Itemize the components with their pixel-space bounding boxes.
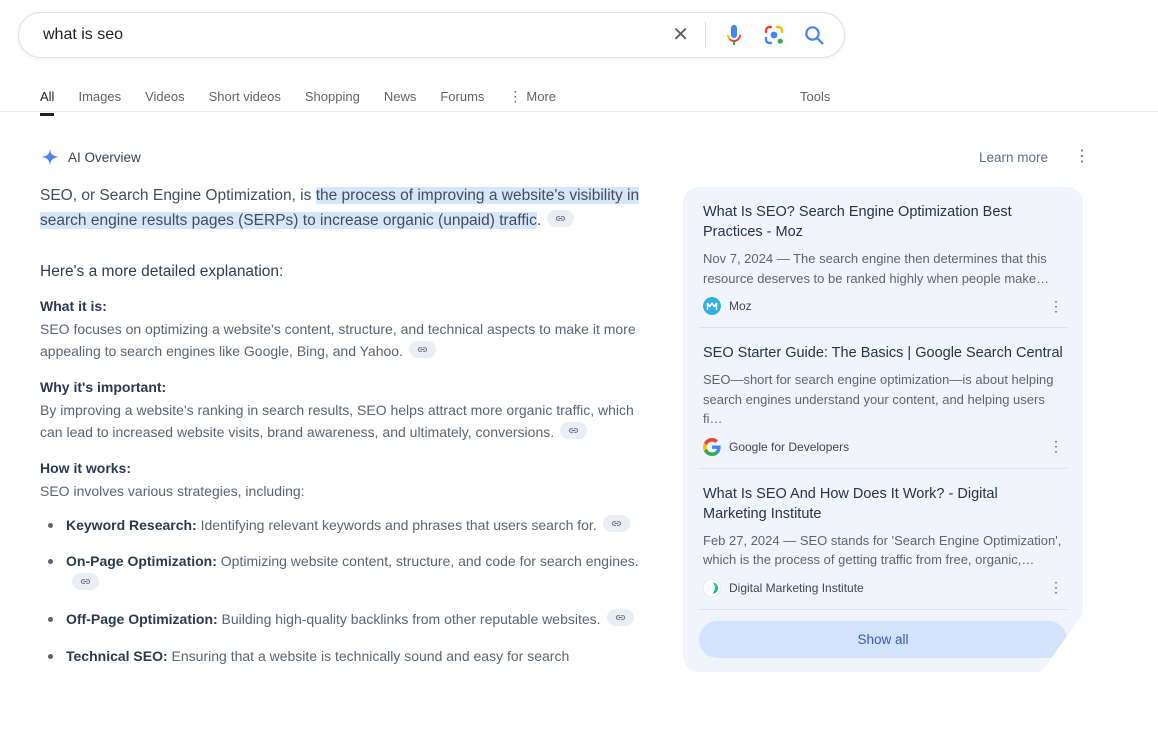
source-title[interactable]: SEO Starter Guide: The Basics | Google S… — [703, 343, 1063, 363]
search-bar[interactable]: what is seo ✕ — [18, 12, 845, 58]
detail-subheading: Here's a more detailed explanation: — [40, 263, 654, 281]
clear-icon[interactable]: ✕ — [672, 25, 689, 45]
tab-shopping[interactable]: Shopping — [305, 89, 360, 106]
bullet-term: Technical SEO: — [66, 648, 168, 664]
moz-logo-icon — [703, 297, 721, 315]
source-name: Moz — [729, 299, 752, 313]
section-heading-why: Why it's important: — [40, 379, 654, 395]
tab-images[interactable]: Images — [78, 89, 121, 106]
search-bar-icons: ✕ — [672, 22, 826, 48]
tab-videos[interactable]: Videos — [145, 89, 185, 106]
source-title[interactable]: What Is SEO And How Does It Work? - Digi… — [703, 484, 1063, 524]
source-snippet: Feb 27, 2024 — SEO stands for 'Search En… — [703, 531, 1063, 570]
tab-short-videos[interactable]: Short videos — [209, 89, 281, 106]
google-g-logo-icon — [703, 438, 721, 456]
source-card-dmi[interactable]: What Is SEO And How Does It Work? - Digi… — [683, 469, 1083, 609]
overflow-menu-icon[interactable]: ⋮ — [1074, 149, 1090, 165]
search-input[interactable]: what is seo — [43, 26, 123, 44]
google-lens-icon[interactable] — [762, 23, 786, 47]
ai-sparkle-icon — [40, 147, 60, 167]
source-name: Google for Developers — [729, 440, 849, 454]
citation-link-icon[interactable] — [409, 341, 436, 358]
search-divider — [705, 22, 706, 48]
section-text: SEO focuses on optimizing a website's co… — [40, 321, 636, 359]
section-body-what: SEO focuses on optimizing a website's co… — [40, 319, 654, 362]
result-tabs: All Images Videos Short videos Shopping … — [40, 88, 556, 107]
list-item: On-Page Optimization: Optimizing website… — [40, 551, 654, 594]
more-dots-icon: ⋮ — [508, 88, 522, 105]
card-menu-icon[interactable]: ⋮ — [1049, 298, 1063, 315]
bullet-text: Ensuring that a website is technically s… — [168, 648, 570, 664]
list-item: Keyword Research: Identifying relevant k… — [40, 515, 654, 537]
section-body-how: SEO involves various strategies, includi… — [40, 481, 654, 503]
strategy-list: Keyword Research: Identifying relevant k… — [40, 515, 654, 668]
dmi-logo-icon — [703, 579, 721, 597]
citation-link-icon[interactable] — [603, 515, 630, 532]
section-body-why: By improving a website's ranking in sear… — [40, 400, 654, 443]
citation-link-icon[interactable] — [560, 422, 587, 439]
citation-link-icon[interactable] — [607, 609, 634, 626]
tab-more[interactable]: ⋮ More — [508, 88, 556, 107]
section-text: By improving a website's ranking in sear… — [40, 402, 634, 440]
bullet-term: On-Page Optimization: — [66, 553, 217, 569]
learn-more-link[interactable]: Learn more — [979, 150, 1048, 165]
source-name: Digital Marketing Institute — [729, 581, 864, 595]
card-menu-icon[interactable]: ⋮ — [1049, 579, 1063, 596]
section-heading-what: What it is: — [40, 298, 654, 314]
bullet-term: Keyword Research: — [66, 517, 197, 533]
citation-link-icon[interactable] — [72, 573, 99, 590]
bullet-text: Building high-quality backlinks from oth… — [218, 611, 601, 627]
intro-period: . — [537, 212, 541, 229]
ai-overview-header: AI Overview Learn more ⋮ — [40, 147, 1090, 167]
source-snippet: Nov 7, 2024 — The search engine then det… — [703, 249, 1063, 288]
microphone-icon[interactable] — [722, 23, 746, 47]
intro-paragraph: SEO, or Search Engine Optimization, is t… — [40, 183, 654, 233]
source-title[interactable]: What Is SEO? Search Engine Optimization … — [703, 202, 1063, 242]
section-heading-how: How it works: — [40, 460, 654, 476]
intro-text: SEO, or Search Engine Optimization, is — [40, 187, 316, 204]
tab-all[interactable]: All — [40, 89, 54, 106]
tabs-divider — [0, 111, 1158, 112]
bullet-text: Optimizing website content, structure, a… — [217, 553, 639, 569]
citation-link-icon[interactable] — [547, 210, 574, 227]
list-item: Technical SEO: Ensuring that a website i… — [40, 646, 654, 668]
source-card-moz[interactable]: What Is SEO? Search Engine Optimization … — [683, 187, 1083, 327]
show-all-button[interactable]: Show all — [699, 621, 1067, 658]
tab-more-label: More — [526, 89, 556, 104]
search-submit-icon[interactable] — [802, 23, 826, 47]
bullet-text: Identifying relevant keywords and phrase… — [197, 517, 597, 533]
source-snippet: SEO—short for search engine optimization… — [703, 370, 1063, 429]
tools-button[interactable]: Tools — [800, 89, 830, 104]
sources-panel: What Is SEO? Search Engine Optimization … — [683, 187, 1083, 672]
tab-news[interactable]: News — [384, 89, 417, 106]
source-card-google[interactable]: SEO Starter Guide: The Basics | Google S… — [683, 328, 1083, 468]
search-results-page: what is seo ✕ All — [0, 0, 1158, 738]
card-menu-icon[interactable]: ⋮ — [1049, 438, 1063, 455]
list-item: Off-Page Optimization: Building high-qua… — [40, 609, 654, 631]
tab-forums[interactable]: Forums — [440, 89, 484, 106]
ai-overview-body: SEO, or Search Engine Optimization, is t… — [40, 183, 654, 682]
bullet-term: Off-Page Optimization: — [66, 611, 218, 627]
ai-overview-label: AI Overview — [68, 150, 141, 165]
